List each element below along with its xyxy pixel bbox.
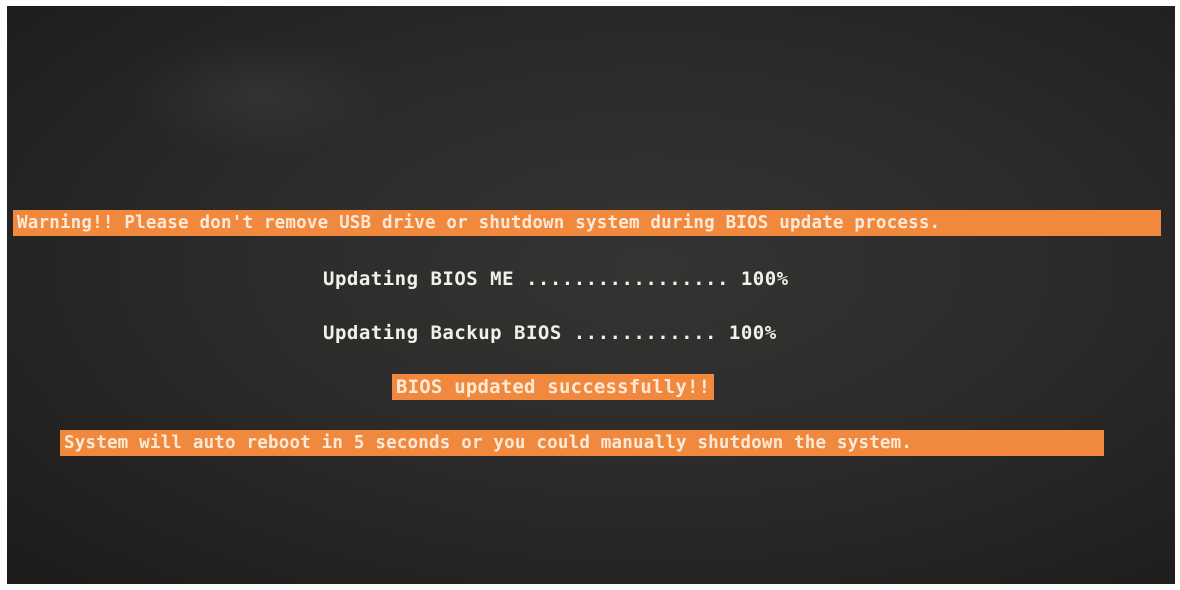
progress-row-bios-me: Updating BIOS ME ................. 100% [323,268,789,290]
warning-banner: Warning!! Please don't remove USB drive … [13,210,1161,236]
progress-row-backup-bios: Updating Backup BIOS ............ 100% [323,322,777,344]
screen-glare [127,36,387,156]
reboot-notice: System will auto reboot in 5 seconds or … [60,430,1104,456]
photo-frame: Warning!! Please don't remove USB drive … [0,0,1180,590]
success-message: BIOS updated successfully!! [392,374,715,400]
bios-screen: Warning!! Please don't remove USB drive … [7,6,1175,584]
